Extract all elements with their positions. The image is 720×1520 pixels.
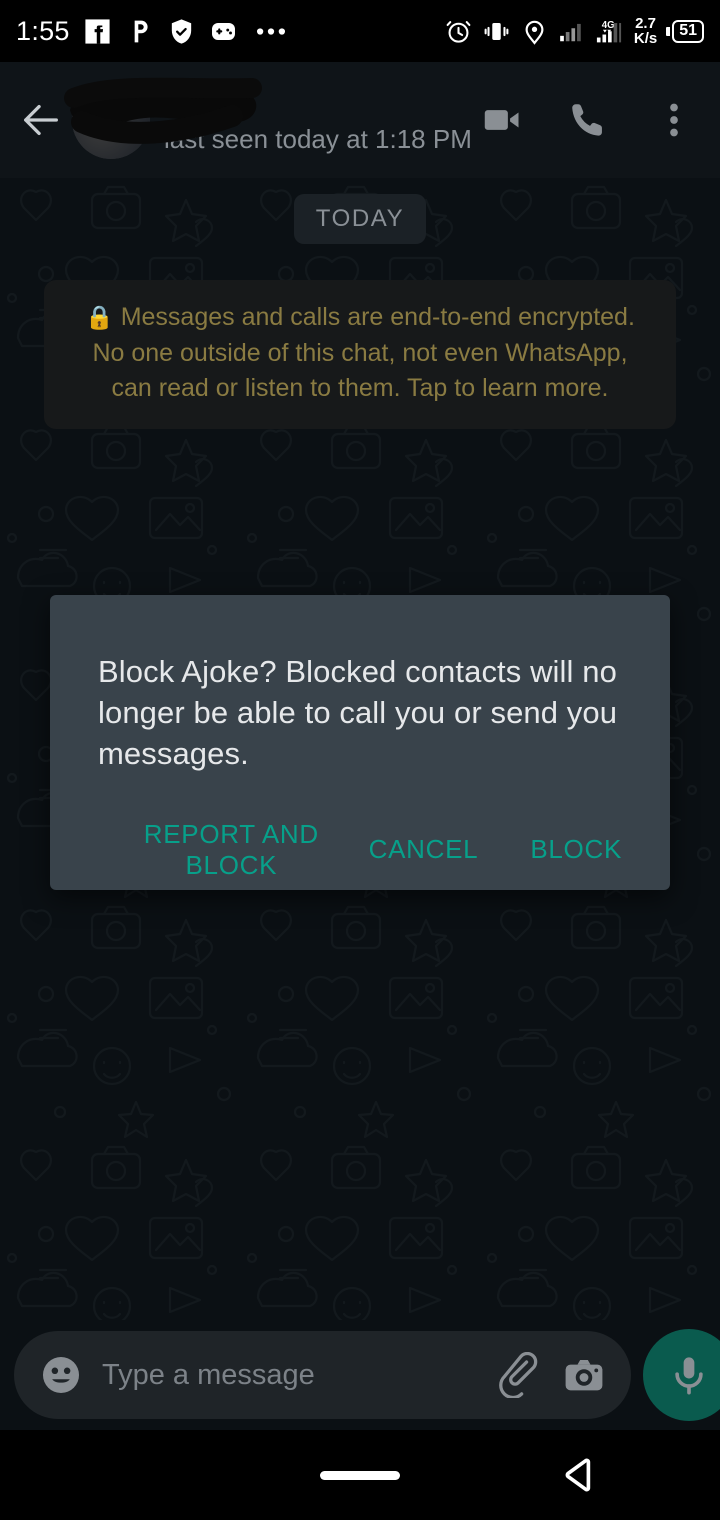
date-divider-row: TODAY xyxy=(0,194,720,244)
p-app-icon xyxy=(134,20,148,42)
battery-nub xyxy=(666,26,671,36)
emoji-smiley-icon[interactable] xyxy=(38,1352,84,1398)
block-button[interactable]: BLOCK xyxy=(528,828,624,871)
message-input-bar xyxy=(0,1320,720,1430)
voice-record-button[interactable] xyxy=(643,1329,720,1421)
encryption-notice[interactable]: 🔒 Messages and calls are end-to-end encr… xyxy=(44,280,676,429)
composer[interactable] xyxy=(14,1331,631,1419)
lock-icon: 🔒 xyxy=(85,304,114,330)
dialog-actions: REPORT AND BLOCK CANCEL BLOCK xyxy=(50,813,670,887)
status-bar: 1:55 4G 2.7 K/s 51 xyxy=(0,0,720,62)
signal-sim1-icon xyxy=(560,23,581,41)
app-bar-actions xyxy=(480,98,702,142)
dialog-message: Block Ajoke? Blocked contacts will no lo… xyxy=(98,654,618,772)
system-navigation-bar xyxy=(0,1430,720,1520)
message-input[interactable] xyxy=(102,1358,479,1392)
peer-last-seen: last seen today at 1:18 PM xyxy=(164,123,472,154)
block-contact-dialog: Block Ajoke? Blocked contacts will no lo… xyxy=(50,595,670,890)
phone-screen: 1:55 4G 2.7 K/s 51 last seen today at 1:… xyxy=(0,0,720,1520)
alarm-icon xyxy=(446,20,471,43)
location-icon xyxy=(525,20,544,45)
more-dots-icon xyxy=(256,27,285,35)
overflow-menu-icon[interactable] xyxy=(652,98,696,142)
back-arrow-icon[interactable] xyxy=(18,97,64,143)
back-triangle-icon[interactable] xyxy=(556,1452,602,1498)
game-controller-icon xyxy=(211,22,235,40)
video-call-icon[interactable] xyxy=(480,98,524,142)
report-and-block-button[interactable]: REPORT AND BLOCK xyxy=(96,813,367,887)
paperclip-icon[interactable] xyxy=(497,1352,543,1398)
shield-check-icon xyxy=(171,18,191,44)
encryption-notice-row: 🔒 Messages and calls are end-to-end encr… xyxy=(0,280,720,429)
encryption-notice-text: Messages and calls are end-to-end encryp… xyxy=(92,303,635,402)
network-speed-unit: K/s xyxy=(633,30,658,47)
cancel-button[interactable]: CANCEL xyxy=(367,828,481,871)
date-chip: TODAY xyxy=(293,194,427,244)
vibrate-icon xyxy=(484,22,509,40)
facebook-icon xyxy=(85,18,110,44)
camera-icon[interactable] xyxy=(561,1352,607,1398)
network-speed-value: 2.7 xyxy=(635,15,656,32)
status-bar-left: 1:55 xyxy=(16,16,444,47)
status-bar-right: 4G 2.7 K/s 51 xyxy=(444,16,704,46)
avatar[interactable] xyxy=(72,81,150,159)
home-pill[interactable] xyxy=(320,1470,400,1480)
chat-app-bar: Ajoke last seen today at 1:18 PM xyxy=(0,62,720,178)
network-speed: 2.7 K/s xyxy=(634,16,657,46)
status-clock: 1:55 xyxy=(16,15,70,46)
signal-sim2-4g-icon: 4G xyxy=(596,19,621,42)
svg-text:4G: 4G xyxy=(602,19,615,30)
peer-info[interactable]: Ajoke last seen today at 1:18 PM xyxy=(164,86,480,155)
microphone-icon xyxy=(675,1357,703,1395)
battery-indicator: 51 xyxy=(666,19,704,43)
battery-level: 51 xyxy=(672,19,704,43)
voice-call-icon[interactable] xyxy=(566,98,610,142)
